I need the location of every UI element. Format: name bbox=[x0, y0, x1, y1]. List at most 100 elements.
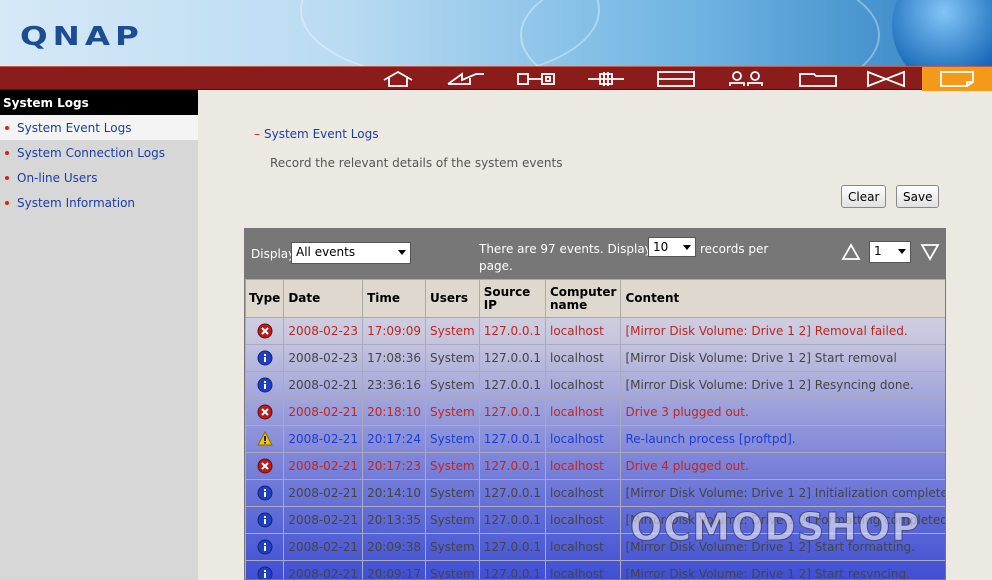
table-row[interactable]: 2008-02-21 20:09:17 System 127.0.0.1 localho… bbox=[245, 560, 945, 579]
type-cell bbox=[245, 371, 285, 399]
content-cell: Drive 3 plugged out. bbox=[620, 398, 945, 426]
header-banner: QNAP bbox=[0, 0, 992, 66]
source-ip-cell: 127.0.0.1 bbox=[478, 533, 546, 561]
users-cell: System bbox=[424, 560, 480, 579]
column-header-type[interactable]: Type bbox=[245, 279, 285, 318]
time-cell: 20:18:10 bbox=[362, 398, 426, 426]
content-cell: [Mirror Disk Volume: Drive 1 2] Start re… bbox=[620, 344, 945, 372]
records-per-label: records per bbox=[700, 242, 769, 256]
time-cell: 20:17:23 bbox=[362, 452, 426, 480]
computer-name-cell: localhost bbox=[544, 344, 622, 372]
page-number-value: 1 bbox=[874, 244, 882, 258]
table-row[interactable]: 2008-02-21 20:17:23 System 127.0.0.1 localho… bbox=[245, 452, 945, 480]
sidebar-item-system-connection-logs[interactable]: System Connection Logs bbox=[0, 140, 198, 165]
sidebar: System Logs System Event Logs System Con… bbox=[0, 90, 198, 580]
quick-config-icon[interactable] bbox=[446, 69, 486, 89]
content-cell: Drive 4 plugged out. bbox=[620, 452, 945, 480]
users-cell: System bbox=[424, 425, 480, 453]
date-cell: 2008-02-21 bbox=[283, 506, 364, 534]
computer-name-cell: localhost bbox=[544, 398, 622, 426]
table-row[interactable]: 2008-02-21 20:18:10 System 127.0.0.1 localho… bbox=[245, 398, 945, 426]
clear-button[interactable]: Clear bbox=[841, 185, 887, 208]
table-row[interactable]: 2008-02-21 23:36:16 System 127.0.0.1 localho… bbox=[245, 371, 945, 399]
table-row[interactable]: 2008-02-21 20:17:24 System 127.0.0.1 localho… bbox=[245, 425, 945, 453]
users-cell: System bbox=[424, 533, 480, 561]
type-cell bbox=[245, 533, 285, 561]
computer-name-cell: localhost bbox=[544, 425, 622, 453]
sidebar-item-system-information[interactable]: System Information bbox=[0, 190, 198, 215]
date-cell: 2008-02-21 bbox=[283, 479, 364, 507]
chevron-down-icon bbox=[683, 245, 691, 250]
computer-name-cell: localhost bbox=[544, 479, 622, 507]
content-cell: [Mirror Disk Volume: Drive 1 2] Resyncin… bbox=[620, 371, 945, 399]
logs-icon[interactable] bbox=[922, 67, 992, 91]
users-cell: System bbox=[424, 317, 480, 345]
page-title-text: System Event Logs bbox=[264, 127, 379, 141]
date-cell: 2008-02-23 bbox=[283, 344, 364, 372]
users-cell: System bbox=[424, 371, 480, 399]
table-header-row: Type Date Time Users Source IP Computer … bbox=[245, 279, 945, 318]
log-toolbar: Display All events There are 97 events. … bbox=[245, 229, 945, 279]
folder-icon[interactable] bbox=[798, 69, 838, 89]
warning-icon bbox=[256, 430, 273, 447]
table-row[interactable]: 2008-02-21 20:14:10 System 127.0.0.1 localho… bbox=[245, 479, 945, 507]
column-header-date[interactable]: Date bbox=[283, 279, 364, 318]
sharing-icon[interactable] bbox=[866, 69, 906, 89]
info-icon bbox=[257, 485, 273, 501]
users-cell: System bbox=[424, 398, 480, 426]
chevron-down-icon bbox=[398, 250, 406, 255]
display-label: Display bbox=[251, 247, 296, 261]
chevron-down-icon bbox=[898, 249, 906, 254]
save-button[interactable]: Save bbox=[896, 185, 940, 208]
display-filter-value: All events bbox=[296, 245, 356, 259]
source-ip-cell: 127.0.0.1 bbox=[478, 479, 546, 507]
type-cell bbox=[245, 452, 285, 480]
disk-icon[interactable] bbox=[656, 69, 696, 89]
date-cell: 2008-02-21 bbox=[283, 398, 364, 426]
type-cell bbox=[245, 317, 285, 345]
column-header-users[interactable]: Users bbox=[424, 279, 480, 318]
column-header-time[interactable]: Time bbox=[362, 279, 426, 318]
next-page-icon[interactable] bbox=[920, 243, 940, 261]
display-filter-select[interactable]: All events bbox=[291, 242, 411, 264]
date-cell: 2008-02-21 bbox=[283, 425, 364, 453]
computer-name-cell: localhost bbox=[544, 560, 622, 579]
event-count-text: There are 97 events. Displays bbox=[479, 242, 659, 256]
info-icon bbox=[257, 539, 273, 555]
sidebar-title: System Logs bbox=[0, 90, 198, 115]
sidebar-item-system-event-logs[interactable]: System Event Logs bbox=[0, 115, 198, 140]
info-icon bbox=[257, 512, 273, 528]
date-cell: 2008-02-21 bbox=[283, 533, 364, 561]
date-cell: 2008-02-21 bbox=[283, 560, 364, 579]
type-cell bbox=[245, 398, 285, 426]
sidebar-item-online-users[interactable]: On-line Users bbox=[0, 165, 198, 190]
users-cell: System bbox=[424, 506, 480, 534]
type-cell bbox=[245, 344, 285, 372]
network-icon[interactable] bbox=[516, 69, 556, 89]
computer-name-cell: localhost bbox=[544, 506, 622, 534]
content-cell: Re-launch process [proftpd]. bbox=[620, 425, 945, 453]
date-cell: 2008-02-21 bbox=[283, 371, 364, 399]
previous-page-icon[interactable] bbox=[841, 243, 861, 261]
home-icon[interactable] bbox=[378, 69, 418, 89]
computer-name-cell: localhost bbox=[544, 371, 622, 399]
qnap-logo: QNAP bbox=[20, 22, 144, 52]
device-icon[interactable] bbox=[586, 69, 626, 89]
records-per-page-select[interactable]: 10 bbox=[648, 237, 696, 257]
column-header-source-ip[interactable]: Source IP bbox=[478, 279, 546, 318]
users-icon[interactable] bbox=[726, 69, 766, 89]
page-title: – System Event Logs bbox=[254, 127, 378, 141]
page-number-select[interactable]: 1 bbox=[869, 241, 911, 263]
info-icon bbox=[257, 350, 273, 366]
computer-name-cell: localhost bbox=[544, 317, 622, 345]
source-ip-cell: 127.0.0.1 bbox=[478, 560, 546, 579]
column-header-content[interactable]: Content bbox=[620, 279, 945, 318]
type-cell bbox=[245, 560, 285, 579]
time-cell: 20:14:10 bbox=[362, 479, 426, 507]
dash-icon: – bbox=[254, 127, 260, 141]
date-cell: 2008-02-23 bbox=[283, 317, 364, 345]
banner-decoration bbox=[520, 0, 880, 66]
table-row[interactable]: 2008-02-23 17:09:09 System 127.0.0.1 localho… bbox=[245, 317, 945, 345]
column-header-computer-name[interactable]: Computer name bbox=[544, 279, 622, 318]
table-row[interactable]: 2008-02-23 17:08:36 System 127.0.0.1 localho… bbox=[245, 344, 945, 372]
